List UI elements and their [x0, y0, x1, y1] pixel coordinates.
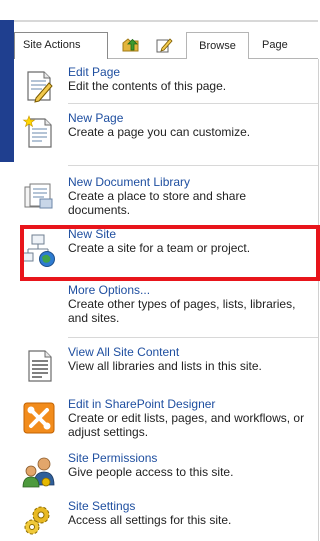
new-page-icon: [22, 115, 56, 149]
menu-item-title: New Page: [68, 111, 124, 125]
document-library-icon: [22, 179, 56, 213]
menu-item-description: Edit the contents of this page.: [68, 79, 227, 93]
menu-item-site-settings[interactable]: Site Settings Access all settings for th…: [14, 499, 318, 539]
site-actions-menu[interactable]: Site Actions: [14, 32, 108, 59]
menu-item-site-permissions[interactable]: Site Permissions Give people access to t…: [14, 451, 318, 493]
tab-browse-label: Browse: [199, 40, 236, 52]
menu-separator: [68, 165, 318, 166]
menu-item-description: Give people access to this site.: [68, 465, 234, 479]
menu-separator: [68, 337, 318, 338]
top-divider: [14, 20, 318, 22]
menu-item-title: View All Site Content: [68, 345, 180, 359]
edit-icon[interactable]: [155, 37, 173, 53]
menu-item-title: Site Permissions: [68, 451, 158, 465]
settings-gears-icon: [22, 503, 56, 537]
site-actions-dropdown: Edit Page Edit the contents of this page…: [14, 59, 320, 541]
tab-page[interactable]: Page: [262, 32, 288, 59]
menu-item-description: View all libraries and lists in this sit…: [68, 359, 262, 373]
sharepoint-designer-icon: [22, 401, 56, 435]
ribbon-bar: Site Actions Browse Page: [14, 32, 318, 59]
menu-item-more-options[interactable]: More Options... Create other types of pa…: [14, 283, 318, 333]
menu-separator: [68, 103, 318, 104]
permissions-icon: [22, 455, 56, 489]
menu-item-title: New Document Library: [68, 175, 191, 189]
menu-item-description: Access all settings for this site.: [68, 513, 232, 527]
menu-item-title: Edit Page: [68, 65, 121, 79]
menu-item-view-all-site-content[interactable]: View All Site Content View all libraries…: [14, 345, 318, 393]
site-actions-label: Site Actions: [23, 39, 81, 51]
new-site-highlight-box: [20, 225, 320, 281]
edit-page-icon: [22, 69, 56, 103]
menu-item-title: Site Settings: [68, 499, 136, 513]
menu-item-description: Create a page you can customize.: [68, 125, 251, 139]
menu-item-title: Edit in SharePoint Designer: [68, 397, 216, 411]
navigate-up-icon[interactable]: [122, 37, 140, 53]
menu-item-edit-in-sharepoint-designer[interactable]: Edit in SharePoint Designer Create or ed…: [14, 397, 318, 447]
menu-item-description: Create other types of pages, lists, libr…: [68, 297, 296, 325]
accent-bar: [0, 20, 14, 162]
menu-item-new-page[interactable]: New Page Create a page you can customize…: [14, 111, 318, 165]
tab-page-label: Page: [262, 39, 288, 51]
menu-item-description: Create a place to store and share docume…: [68, 189, 247, 217]
menu-item-new-document-library[interactable]: New Document Library Create a place to s…: [14, 175, 318, 223]
menu-item-title: More Options...: [68, 283, 151, 297]
site-content-icon: [22, 349, 56, 383]
menu-item-description: Create or edit lists, pages, and workflo…: [68, 411, 305, 439]
tab-browse[interactable]: Browse: [186, 32, 249, 59]
